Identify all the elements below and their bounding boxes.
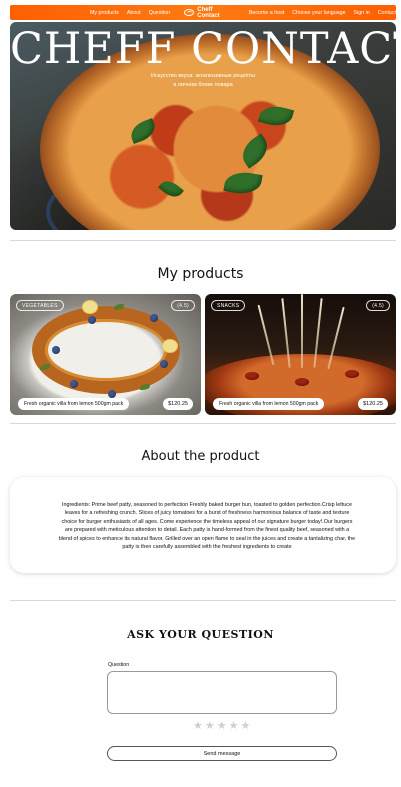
rating-stars: ★ ★ ★ ★ ★ <box>193 719 250 732</box>
herb-sprig-image <box>140 384 150 390</box>
send-message-button[interactable]: Send message <box>107 746 337 761</box>
nav-link-language[interactable]: Choose your language <box>292 10 345 16</box>
product-price: $120.25 <box>358 398 388 410</box>
section-divider <box>10 240 396 241</box>
hero-banner: CHEFF CONTACT Искусство вкуса: эксклюзив… <box>10 22 396 230</box>
about-card: Ingredients: Prime beef patty, seasoned … <box>10 477 396 573</box>
nav-link-question[interactable]: Question <box>149 10 170 16</box>
about-description: Ingredients: Prime beef patty, seasoned … <box>58 502 356 550</box>
rating-badge: (4.5) <box>171 300 195 311</box>
lemon-slice-image <box>82 300 98 314</box>
question-textarea[interactable] <box>107 671 337 714</box>
nav-link-my-products[interactable]: My products <box>90 10 119 16</box>
nav-link-become-host[interactable]: Become a host <box>249 10 284 16</box>
star-icon[interactable]: ★ <box>193 719 203 732</box>
hero-subtitle: Искусство вкуса: эксклюзивные рецепты в … <box>10 72 396 90</box>
pepperoni-image <box>295 378 309 386</box>
category-badge: SNACKS <box>211 300 246 311</box>
blueberry-image <box>70 380 78 388</box>
section-divider <box>10 600 396 601</box>
section-divider <box>10 423 396 424</box>
brand[interactable]: Cheff Contact <box>183 6 234 19</box>
blueberry-image <box>52 346 60 354</box>
pepperoni-image <box>345 370 359 378</box>
star-icon[interactable]: ★ <box>217 719 227 732</box>
products-section-title: My products <box>157 266 244 282</box>
product-name: Fresh organic villa from lemon 500gm pac… <box>18 398 130 410</box>
star-icon[interactable]: ★ <box>229 719 239 732</box>
question-label: Question <box>108 662 130 668</box>
blueberry-image <box>150 314 158 322</box>
nav-link-sign-in[interactable]: Sign in <box>354 10 370 16</box>
chef-hat-logo-icon <box>183 9 195 16</box>
about-section-title: About the product <box>141 449 260 464</box>
brand-name: Cheff Contact <box>197 6 220 19</box>
nav-link-contact[interactable]: Contact <box>378 10 396 16</box>
hero-title: CHEFF CONTACT <box>10 24 396 74</box>
rating-badge: (4.5) <box>366 300 390 311</box>
blueberry-image <box>88 316 96 324</box>
top-navbar: My products About Question Cheff Contact… <box>10 5 396 20</box>
blueberry-image <box>160 360 168 368</box>
question-section-title: ASK YOUR QUESTION <box>127 628 274 641</box>
hero-subtitle-line-1: Искусство вкуса: эксклюзивные рецепты <box>151 73 255 79</box>
nav-links-left: My products About Question <box>90 10 170 16</box>
product-card-snacks[interactable]: SNACKS (4.5) Fresh organic villa from le… <box>205 294 396 415</box>
lemon-slice-image <box>162 339 178 353</box>
pepperoni-image <box>245 372 259 380</box>
category-badge: VEGETABLES <box>16 300 64 311</box>
star-icon[interactable]: ★ <box>241 719 251 732</box>
blueberry-image <box>108 390 116 398</box>
star-icon[interactable]: ★ <box>205 719 215 732</box>
hero-subtitle-line-2: в личном блоке повара <box>173 82 233 89</box>
product-card-vegetables[interactable]: VEGETABLES (4.5) Fresh organic villa fro… <box>10 294 201 415</box>
product-name: Fresh organic villa from lemon 500gm pac… <box>213 398 325 410</box>
nav-links-right: Become a host Choose your language Sign … <box>249 10 396 16</box>
product-price: $120.25 <box>163 398 193 410</box>
nav-link-about[interactable]: About <box>127 10 141 16</box>
cheese-strand-image <box>301 294 303 368</box>
